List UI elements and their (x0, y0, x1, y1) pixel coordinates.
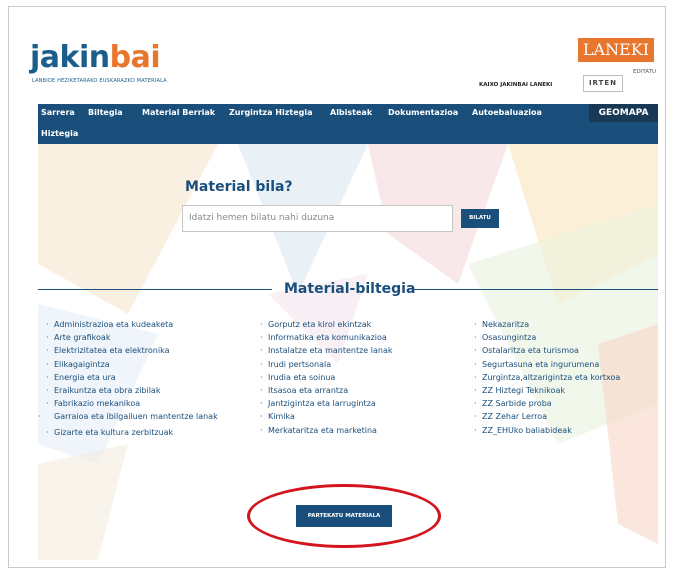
nav-item-biltegia[interactable]: Biltegia (88, 108, 123, 117)
category-link[interactable]: · Garraioa eta ibilgailuen mantentze lana… (38, 410, 228, 423)
category-link[interactable]: · Ostalaritza eta turismoa (474, 344, 620, 357)
nav-item-sarrera[interactable]: Sarrera (41, 108, 75, 117)
category-link[interactable]: · Irudia eta soinua (260, 371, 393, 384)
category-link[interactable]: · Osasungintza (474, 331, 620, 344)
section-title: Material-biltegia (284, 281, 416, 297)
search-input[interactable]: Idatzi hemen bilatu nahi duzuna (182, 205, 453, 232)
logo-part-1: jakin (30, 40, 110, 75)
jakinbai-logo[interactable]: jakinbai (30, 40, 161, 75)
category-link[interactable]: · Irudi pertsonala (260, 358, 393, 371)
category-link[interactable]: · ZZ Sarbide proba (474, 397, 620, 410)
category-link[interactable]: · Nekazaritza (474, 318, 620, 331)
category-column-1: · Administrazioa eta kudeaketa · Arte graf… (38, 318, 228, 439)
user-greeting: KAIXO JAKINBAI LANEKI (479, 82, 553, 88)
category-link[interactable]: · Elektrizitatea eta elektronika (46, 344, 228, 357)
nav-item-albisteak[interactable]: Albisteak (330, 108, 372, 117)
category-link[interactable]: · Energia eta ura (46, 371, 228, 384)
category-link[interactable]: · ZZ_EHUko baliabideak (474, 424, 620, 437)
category-column-2: · Gorputz eta kirol ekintzak · Informatika… (260, 318, 393, 437)
category-link[interactable]: · Segurtasuna eta ingurumena (474, 358, 620, 371)
search-button[interactable]: BILATU (461, 209, 499, 228)
category-link[interactable]: · Fabrikazio mekanikoa (46, 397, 228, 410)
nav-item-dokumentazioa[interactable]: Dokumentazioa (388, 108, 458, 117)
nav-item-zurgintza-hiztegia[interactable]: Zurgintza Hiztegia (229, 108, 312, 117)
category-link[interactable]: · ZZ Zehar Lerroa (474, 410, 620, 423)
main-navbar: Sarrera Biltegia Material Berriak Zurgin… (38, 104, 658, 144)
category-link[interactable]: · Arte grafikoak (46, 331, 228, 344)
category-link[interactable]: · Elikagaigintza (46, 358, 228, 371)
category-link[interactable]: · Merkataritza eta marketina (260, 424, 393, 437)
category-link[interactable]: · Instalatze eta mantentze lanak (260, 344, 393, 357)
category-link[interactable]: · Informatika eta komunikazioa (260, 331, 393, 344)
logout-button[interactable]: IRTEN (583, 75, 623, 92)
category-link[interactable]: · Kimika (260, 410, 393, 423)
search-title: Material bila? (185, 179, 293, 195)
laneki-logo[interactable]: LANEKI (578, 38, 654, 62)
category-link[interactable]: · Eraikuntza eta obra zibilak (46, 384, 228, 397)
nav-item-material-berriak[interactable]: Material Berriak (142, 108, 215, 117)
category-link[interactable]: · Gizarte eta kultura zerbitzuak (46, 426, 228, 439)
category-link[interactable]: · Gorputz eta kirol ekintzak (260, 318, 393, 331)
category-link[interactable]: · Administrazioa eta kudeaketa (46, 318, 228, 331)
category-link[interactable]: · Itsasoa eta arrantza (260, 384, 393, 397)
category-column-3: · Nekazaritza · Osasungintza · Ostalaritza … (474, 318, 620, 437)
edit-link[interactable]: EDITATU (633, 69, 656, 75)
highlight-ellipse (247, 484, 441, 548)
section-rule-left (38, 289, 272, 290)
category-link[interactable]: · Jantzigintza eta larrugintza (260, 397, 393, 410)
logo-part-2: bai (109, 40, 161, 75)
category-link[interactable]: · Zurgintza,altzarigintza eta kortxoa (474, 371, 620, 384)
nav-item-geomapa[interactable]: GEOMAPA (589, 104, 658, 122)
section-rule-right (414, 289, 658, 290)
category-link[interactable]: · ZZ Hiztegi Teknikoak (474, 384, 620, 397)
logo-subtitle: LANBIDE HEZIKETARAKO EUSKARAZKO MATERIAL… (32, 78, 167, 84)
nav-item-hiztegia[interactable]: Hiztegia (41, 129, 78, 138)
nav-item-autoebaluazioa[interactable]: Autoebaluazioa (472, 108, 542, 117)
